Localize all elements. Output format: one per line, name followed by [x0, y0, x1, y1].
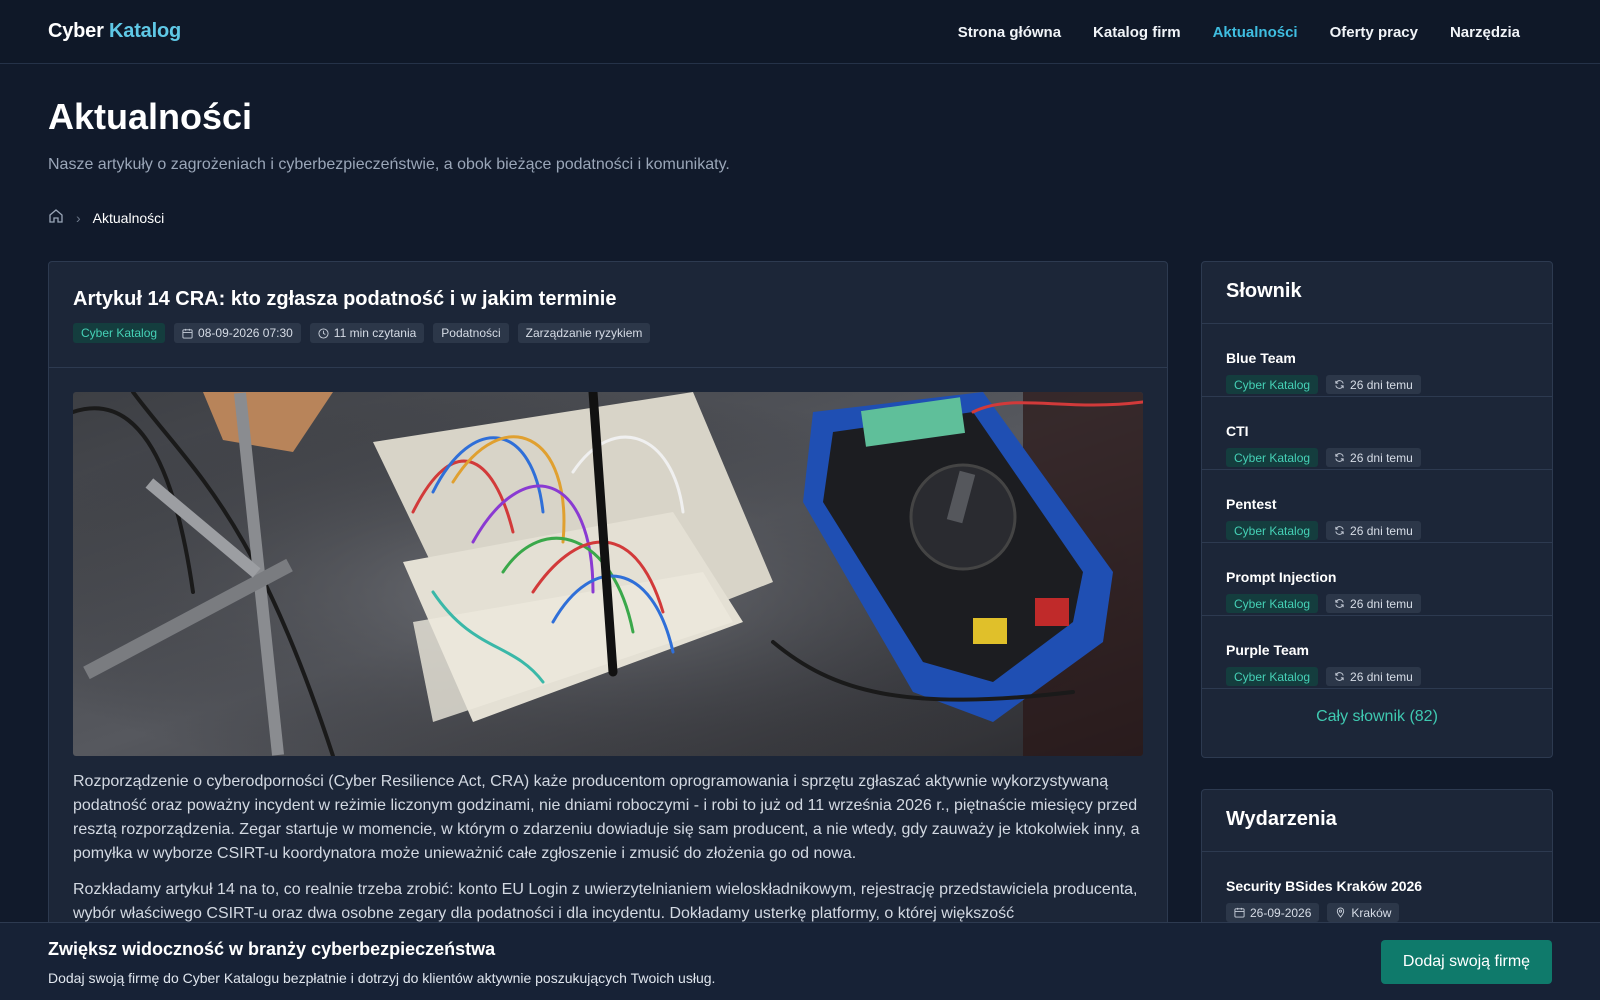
source-badge: Cyber Katalog: [1226, 448, 1319, 467]
logo-text-accent: Katalog: [109, 20, 181, 42]
glossary-item[interactable]: Prompt Injection Cyber Katalog 26 dni te…: [1202, 543, 1552, 616]
refresh-icon: [1335, 672, 1344, 681]
updated-text: 26 dni temu: [1350, 669, 1413, 684]
glossary-item-title[interactable]: Blue Team: [1226, 350, 1528, 366]
article-paragraph: Rozkładamy artykuł 14 na to, co realnie …: [73, 881, 1138, 922]
updated-text: 26 dni temu: [1350, 377, 1413, 392]
nav-link-home[interactable]: Strona główna: [958, 24, 1061, 41]
read-time-text: 11 min czytania: [333, 326, 417, 340]
updated-text: 26 dni temu: [1350, 523, 1413, 538]
source-badge[interactable]: Cyber Katalog: [73, 323, 166, 343]
article-title[interactable]: Artykuł 14 CRA: kto zgłasza podatność i …: [73, 288, 1143, 311]
nav-link-news[interactable]: Aktualności: [1213, 24, 1298, 41]
refresh-icon: [1335, 526, 1344, 535]
nav-link-company-catalog[interactable]: Katalog firm: [1093, 24, 1181, 41]
read-time-badge: 11 min czytania: [309, 323, 425, 343]
promo-banner: Zwiększ widoczność w branży cyberbezpiec…: [0, 922, 1600, 1000]
glossary-item[interactable]: Purple Team Cyber Katalog 26 dni temu: [1202, 616, 1552, 689]
glossary-item[interactable]: Blue Team Cyber Katalog 26 dni temu: [1202, 324, 1552, 397]
glossary-item-title[interactable]: Pentest: [1226, 496, 1528, 512]
article-card: Artykuł 14 CRA: kto zgłasza podatność i …: [48, 261, 1168, 961]
event-item[interactable]: Security BSides Kraków 2026 26-09-2026 K…: [1202, 852, 1552, 925]
glossary-item-title[interactable]: Purple Team: [1226, 642, 1528, 658]
nav-link-tools[interactable]: Narzędzia: [1450, 24, 1520, 41]
source-badge: Cyber Katalog: [1226, 667, 1319, 686]
updated-badge: 26 dni temu: [1326, 594, 1421, 613]
refresh-icon: [1335, 599, 1344, 608]
event-item-title[interactable]: Security BSides Kraków 2026: [1226, 878, 1528, 894]
calendar-icon: [182, 328, 193, 339]
category-tag[interactable]: Zarządzanie ryzykiem: [517, 323, 651, 343]
page-subtitle: Nasze artykuły o zagrożeniach i cyberbez…: [48, 156, 730, 173]
category-tag[interactable]: Podatności: [433, 323, 509, 343]
updated-badge: 26 dni temu: [1326, 667, 1421, 686]
nav-link-jobs[interactable]: Oferty pracy: [1330, 24, 1418, 41]
events-title: Wydarzenia: [1202, 790, 1552, 852]
top-navbar: Cyber Katalog Strona główna Katalog firm…: [0, 0, 1600, 64]
clock-icon: [318, 327, 329, 339]
logo-text-main: Cyber: [48, 20, 110, 42]
refresh-icon: [1335, 453, 1344, 462]
updated-text: 26 dni temu: [1350, 596, 1413, 611]
main-nav: Strona główna Katalog firm Aktualności O…: [958, 0, 1520, 64]
breadcrumb-current: Aktualności: [92, 209, 165, 226]
home-icon[interactable]: [48, 208, 64, 227]
source-badge: Cyber Katalog: [1226, 521, 1319, 540]
chevron-right-icon: ›: [76, 209, 81, 226]
glossary-card: Słownik Blue Team Cyber Katalog 26 dni t…: [1201, 261, 1553, 758]
glossary-item[interactable]: Pentest Cyber Katalog 26 dni temu: [1202, 470, 1552, 543]
page-title: Aktualności: [48, 96, 253, 137]
event-location-text: Kraków: [1351, 905, 1392, 920]
article-meta: Cyber Katalog 08-09-2026 07:30 11 min cz…: [73, 323, 1143, 343]
event-location-badge: Kraków: [1327, 903, 1400, 922]
article-image[interactable]: [73, 392, 1143, 756]
glossary-title: Słownik: [1202, 262, 1552, 324]
updated-badge: 26 dni temu: [1326, 448, 1421, 467]
glossary-item-title[interactable]: Prompt Injection: [1226, 569, 1528, 585]
site-logo[interactable]: Cyber Katalog: [48, 20, 181, 43]
refresh-icon: [1335, 380, 1344, 389]
article-header: Artykuł 14 CRA: kto zgłasza podatność i …: [49, 262, 1167, 368]
article-body: Rozporządzenie o cyberodporności (Cyber …: [73, 770, 1143, 938]
updated-badge: 26 dni temu: [1326, 521, 1421, 540]
updated-text: 26 dni temu: [1350, 450, 1413, 465]
banner-title: Zwiększ widoczność w branży cyberbezpiec…: [48, 939, 496, 959]
add-company-button[interactable]: Dodaj swoją firmę: [1381, 940, 1552, 984]
date-text: 08-09-2026 07:30: [198, 326, 293, 340]
full-glossary-link[interactable]: Cały słownik (82): [1202, 689, 1552, 745]
source-badge: Cyber Katalog: [1226, 594, 1319, 613]
updated-badge: 26 dni temu: [1326, 375, 1421, 394]
event-date-text: 26-09-2026: [1250, 905, 1312, 920]
event-date-badge: 26-09-2026: [1226, 903, 1320, 922]
article-paragraph: Rozporządzenie o cyberodporności (Cyber …: [73, 773, 1140, 862]
glossary-item-title[interactable]: CTI: [1226, 423, 1528, 439]
breadcrumb: › Aktualności: [48, 208, 164, 227]
banner-text: Dodaj swoją firmę do Cyber Katalogu bezp…: [48, 970, 716, 986]
source-badge: Cyber Katalog: [1226, 375, 1319, 394]
date-badge: 08-09-2026 07:30: [174, 323, 301, 343]
calendar-icon: [1234, 907, 1245, 918]
glossary-item[interactable]: CTI Cyber Katalog 26 dni temu: [1202, 397, 1552, 470]
location-pin-icon: [1337, 907, 1345, 918]
